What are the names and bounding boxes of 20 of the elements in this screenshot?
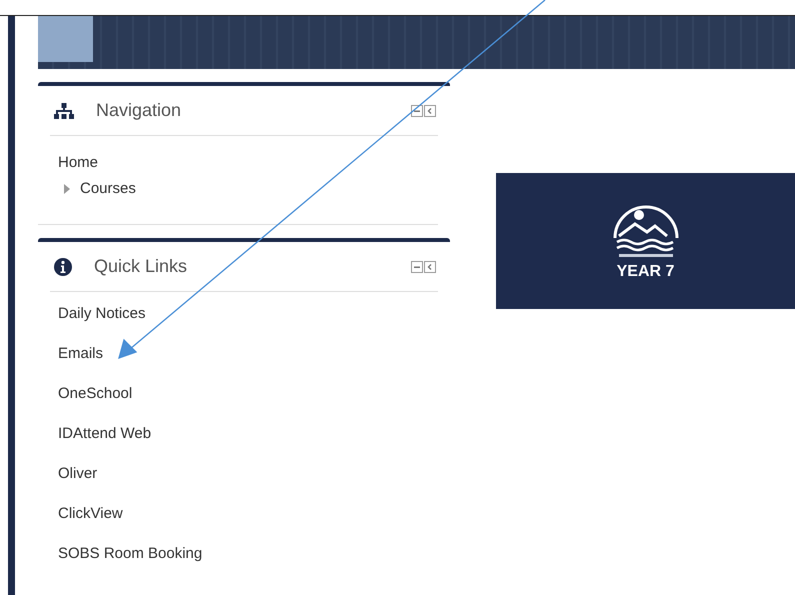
tree-link[interactable]: Home	[58, 150, 98, 176]
quick-link[interactable]: IDAttend Web	[50, 414, 152, 454]
info-icon	[54, 258, 72, 276]
expand-arrow-icon[interactable]	[64, 184, 70, 194]
block-title: Quick Links	[94, 255, 188, 278]
dock-icon[interactable]	[424, 104, 436, 116]
sitemap-icon	[54, 102, 74, 118]
block-title: Navigation	[96, 99, 182, 122]
quick-link[interactable]: ClickView	[50, 494, 123, 534]
dock-icon[interactable]	[424, 260, 436, 272]
year-tile[interactable]: YEAR 7	[496, 173, 795, 309]
quick-link[interactable]: Emails	[50, 334, 104, 374]
quick-link[interactable]: Oliver	[50, 454, 98, 494]
quick-link[interactable]: OneSchool	[50, 374, 132, 414]
collapse-icon[interactable]	[411, 104, 423, 116]
collapse-icon[interactable]	[411, 260, 423, 272]
tree-item[interactable]: Courses	[80, 176, 136, 202]
tile-caption: YEAR 7	[616, 262, 674, 282]
quick-link[interactable]: SOBS Room Booking	[50, 534, 202, 574]
quick-link[interactable]: Daily Notices	[50, 294, 146, 334]
